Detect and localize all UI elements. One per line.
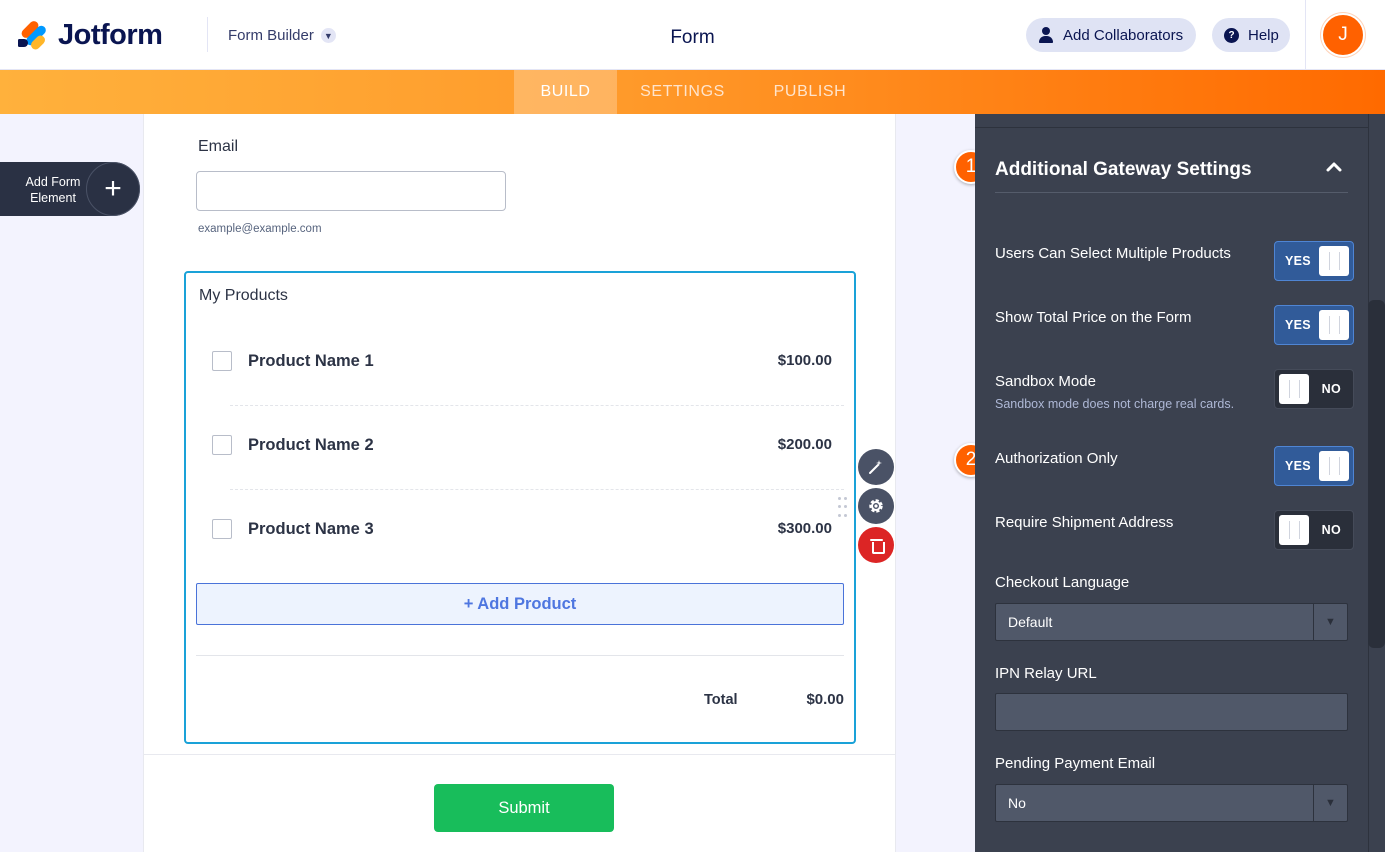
products-field[interactable]: My Products Product Name 1 $100.00 Produ… [184,271,856,744]
toggle-knob [1319,451,1349,481]
form-builder-label: Form Builder [228,27,314,44]
toggle-state: YES [1285,318,1311,332]
drag-handle-icon[interactable] [838,497,848,519]
pending-payment-email-label: Pending Payment Email [995,755,1156,772]
tab-build[interactable]: BUILD [514,70,617,114]
product-checkbox[interactable] [212,519,232,539]
tab-publish[interactable]: PUBLISH [748,70,872,114]
panel-top-divider [975,127,1368,128]
email-label: Email [198,138,239,155]
product-divider [230,489,844,490]
builder-nav: BUILD SETTINGS PUBLISH [0,70,1385,114]
header-divider [207,17,208,52]
checkout-language-value: Default [1008,614,1053,630]
tab-settings[interactable]: SETTINGS [617,70,748,114]
products-title: My Products [199,287,288,304]
checkout-language-select[interactable]: Default ▼ [995,603,1348,641]
canvas-divider [144,754,895,755]
product-row: Product Name 3 $300.00 [212,509,832,549]
form-builder-dropdown[interactable]: Form Builder ▼ [228,27,336,44]
toggle-state: NO [1321,523,1341,537]
email-field[interactable] [196,171,506,211]
add-product-button[interactable]: + Add Product [196,583,844,625]
trash-icon[interactable] [858,527,894,563]
chevron-up-icon[interactable] [1325,158,1343,176]
toggle-state: YES [1285,254,1311,268]
chevron-down-icon: ▼ [320,28,336,43]
chevron-down-icon: ▼ [1313,785,1347,821]
email-hint: example@example.com [198,223,322,235]
total-divider [196,655,844,656]
product-row: Product Name 2 $200.00 [212,425,832,465]
plus-icon: + [86,162,140,216]
toggle-state: NO [1321,382,1341,396]
top-header: Jotform Form Builder ▼ Form Add Collabor… [0,0,1385,70]
product-price: $100.00 [777,352,832,369]
submit-button[interactable]: Submit [434,784,614,832]
show-total-toggle[interactable]: YES [1274,305,1354,345]
form-canvas: Email example@example.com My Products Pr… [143,114,896,852]
sandbox-mode-sublabel: Sandbox mode does not charge real cards. [995,397,1235,411]
product-divider [230,405,844,406]
chevron-down-icon: ▼ [1313,604,1347,640]
require-shipment-label: Require Shipment Address [995,514,1174,531]
add-form-element-label: Add Form Element [25,175,81,205]
product-row: Product Name 1 $100.00 [212,341,832,381]
person-icon [1038,27,1054,43]
show-total-label: Show Total Price on the Form [995,309,1192,326]
product-price: $300.00 [777,520,832,537]
brand-name: Jotform [58,18,163,51]
avatar[interactable]: J [1321,13,1365,57]
total-value: $0.00 [806,691,844,708]
help-button[interactable]: ? Help [1212,18,1290,52]
authorization-only-label: Authorization Only [995,450,1118,467]
magic-wand-icon[interactable] [858,449,894,485]
multiple-products-toggle[interactable]: YES [1274,241,1354,281]
add-collaborators-label: Add Collaborators [1063,26,1184,44]
toggle-knob [1279,374,1309,404]
sandbox-mode-label: Sandbox Mode [995,373,1096,390]
heading-divider [995,192,1348,193]
pending-payment-email-select[interactable]: No ▼ [995,784,1348,822]
pending-payment-email-value: No [1008,795,1026,811]
product-checkbox[interactable] [212,435,232,455]
add-form-element-button[interactable]: Add Form Element + [0,162,140,216]
authorization-only-toggle[interactable]: YES [1274,446,1354,486]
toggle-knob [1319,246,1349,276]
product-name: Product Name 2 [248,436,374,454]
add-collaborators-button[interactable]: Add Collaborators [1026,18,1196,52]
require-shipment-toggle[interactable]: NO [1274,510,1354,550]
product-name: Product Name 3 [248,520,374,538]
ipn-relay-url-label: IPN Relay URL [995,665,1097,682]
product-name: Product Name 1 [248,352,374,370]
help-label: Help [1248,26,1279,44]
multiple-products-label: Users Can Select Multiple Products [995,245,1231,262]
form-title[interactable]: Form [670,27,714,48]
toggle-knob [1279,515,1309,545]
jotform-logo-icon [18,19,48,52]
product-price: $200.00 [777,436,832,453]
total-label: Total [704,692,738,708]
toggle-state: YES [1285,459,1311,473]
avatar-container: J [1305,0,1385,70]
settings-panel: Additional Gateway Settings Users Can Se… [975,114,1385,852]
question-mark-icon: ? [1224,27,1239,43]
gear-icon[interactable] [858,488,894,524]
ipn-relay-url-input[interactable] [995,693,1348,731]
jotform-logo[interactable]: Jotform [18,18,163,52]
product-checkbox[interactable] [212,351,232,371]
panel-scrollbar-thumb[interactable] [1368,300,1385,648]
checkout-language-label: Checkout Language [995,574,1130,591]
sandbox-mode-toggle[interactable]: NO [1274,369,1354,409]
toggle-knob [1319,310,1349,340]
panel-heading: Additional Gateway Settings [995,159,1252,180]
